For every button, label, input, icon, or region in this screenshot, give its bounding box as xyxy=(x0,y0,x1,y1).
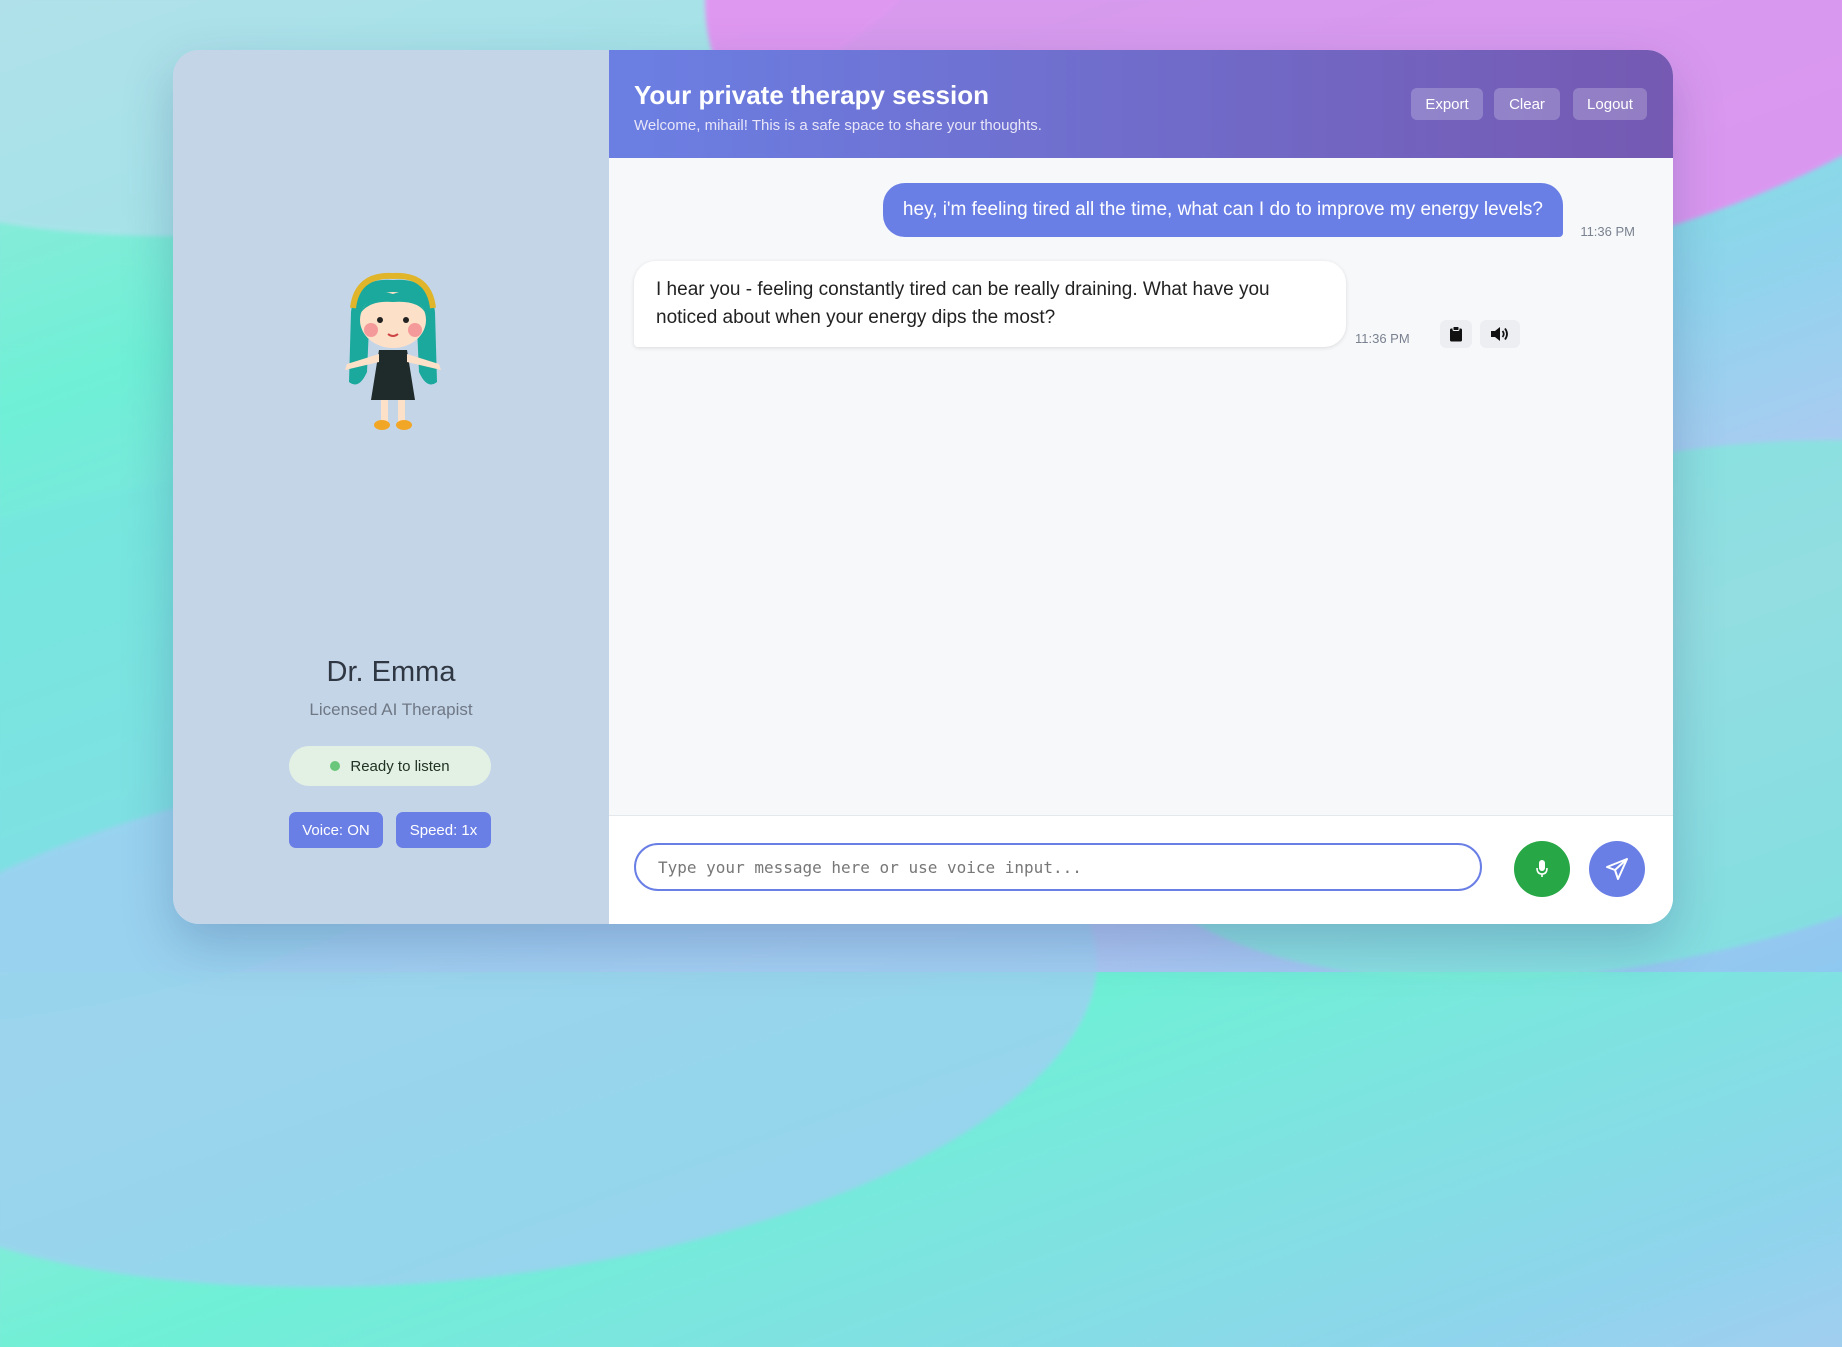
clipboard-icon xyxy=(1450,326,1462,342)
chat-panel: Your private therapy session Welcome, mi… xyxy=(609,50,1673,924)
assistant-message: I hear you - feeling constantly tired ca… xyxy=(634,261,1346,347)
status-badge: Ready to listen xyxy=(289,746,491,786)
speaker-icon xyxy=(1491,327,1508,341)
doctor-role: Licensed AI Therapist xyxy=(309,700,473,719)
message-timestamp: 11:36 PM xyxy=(1355,331,1410,346)
status-dot-icon xyxy=(330,761,341,771)
microphone-icon xyxy=(1536,860,1548,877)
girl-avatar-icon xyxy=(345,272,441,430)
send-icon xyxy=(1606,858,1628,880)
send-button[interactable] xyxy=(1589,841,1645,897)
copy-button[interactable] xyxy=(1440,320,1472,348)
page-subtitle: Welcome, mihail! This is a safe space to… xyxy=(634,117,1042,134)
message-composer xyxy=(609,815,1673,924)
message-input[interactable] xyxy=(634,843,1482,891)
therapist-sidebar: Dr. Emma Licensed AI Therapist Ready to … xyxy=(173,50,609,924)
voice-input-button[interactable] xyxy=(1514,841,1570,897)
doctor-name: Dr. Emma xyxy=(326,656,456,688)
message-list[interactable]: hey, i'm feeling tired all the time, wha… xyxy=(609,158,1673,815)
chat-header: Your private therapy session Welcome, mi… xyxy=(609,50,1673,158)
clear-button[interactable]: Clear xyxy=(1494,88,1560,120)
voice-toggle-button[interactable]: Voice: ON xyxy=(289,812,383,848)
export-button[interactable]: Export xyxy=(1411,88,1483,120)
app-window: Dr. Emma Licensed AI Therapist Ready to … xyxy=(173,50,1673,924)
page-title: Your private therapy session xyxy=(634,80,989,110)
status-text: Ready to listen xyxy=(350,757,450,775)
logout-button[interactable]: Logout xyxy=(1573,88,1647,120)
speak-button[interactable] xyxy=(1480,320,1520,348)
user-message: hey, i'm feeling tired all the time, wha… xyxy=(882,183,1563,237)
message-timestamp: 11:36 PM xyxy=(1580,224,1635,239)
speed-button[interactable]: Speed: 1x xyxy=(396,812,491,848)
